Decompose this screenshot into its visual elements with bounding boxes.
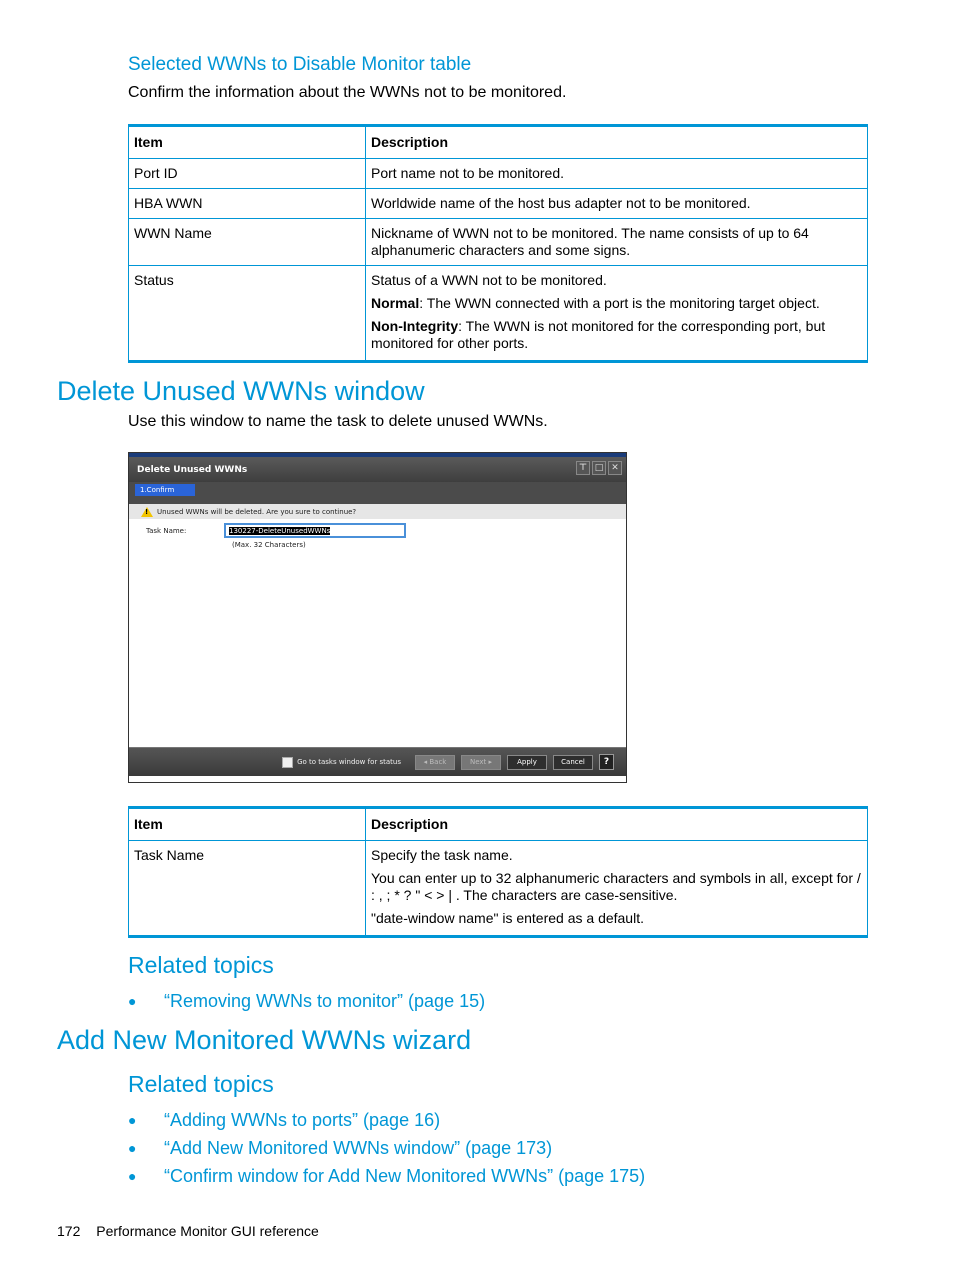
cell-description: Specify the task name. You can enter up … (365, 840, 868, 938)
cell-item: HBA WWN (128, 188, 366, 219)
page-number: 172 (57, 1223, 81, 1239)
window-body: Task Name: 130227-DeleteUnusedWWNs (Max.… (129, 519, 626, 747)
definition-normal: : The WWN connected with a port is the m… (419, 295, 820, 311)
delete-unused-wwns-window-screenshot: Delete Unused WWNs ⊤ □ ✕ 1.Confirm ! Unu… (128, 452, 627, 783)
column-header-description: Description (365, 125, 868, 159)
cell-item: WWN Name (128, 218, 366, 266)
table-header-row: Item Description (128, 807, 868, 841)
page-footer: 172 Performance Monitor GUI reference (57, 1223, 319, 1239)
cell-description: Port name not to be monitored. (365, 158, 868, 189)
table-header-row: Item Description (128, 125, 868, 159)
table-row: Port ID Port name not to be monitored. (128, 158, 868, 189)
confirmation-message: ! Unused WWNs will be deleted. Are you s… (129, 504, 626, 519)
related-topics-heading: Related topics (128, 1071, 274, 1097)
status-non-integrity-text: Non-Integrity: The WWN is not monitored … (371, 318, 862, 352)
footer-title: Performance Monitor GUI reference (96, 1223, 319, 1239)
confirmation-message-text: Unused WWNs will be deleted. Are you sur… (157, 507, 357, 516)
description-text: You can enter up to 32 alphanumeric char… (371, 870, 861, 903)
bullet-icon: ● (128, 1140, 137, 1156)
section-intro: Confirm the information about the WWNs n… (128, 84, 567, 101)
task-name-hint: (Max. 32 Characters) (232, 541, 306, 549)
close-icon[interactable]: ✕ (608, 461, 622, 475)
column-header-item: Item (128, 125, 366, 159)
description-text: Status of a WWN not to be monitored. (371, 272, 607, 288)
wizard-steps: 1.Confirm (129, 482, 626, 504)
help-icon[interactable]: ? (599, 754, 614, 770)
description-text: "date-window name" is entered as a defau… (371, 910, 644, 926)
table-row: Task Name Specify the task name. You can… (128, 840, 868, 938)
related-topics-list: ● “Removing WWNs to monitor” (page 15) (128, 987, 485, 1015)
warning-icon: ! (141, 506, 153, 517)
cell-description: Worldwide name of the host bus adapter n… (365, 188, 868, 219)
related-topic-link[interactable]: “Add New Monitored WWNs window” (page 17… (164, 1138, 552, 1159)
column-header-description: Description (365, 807, 868, 841)
related-topic-link[interactable]: “Removing WWNs to monitor” (page 15) (164, 991, 485, 1012)
bullet-icon: ● (128, 993, 137, 1009)
section-heading-delete-unused-wwns: Delete Unused WWNs window (57, 376, 425, 406)
cancel-button[interactable]: Cancel (553, 754, 593, 770)
description-text: Specify the task name. (371, 847, 513, 863)
list-item: ● “Removing WWNs to monitor” (page 15) (128, 987, 485, 1015)
bullet-icon: ● (128, 1168, 137, 1184)
column-header-item: Item (128, 807, 366, 841)
task-name-label: Task Name: (146, 527, 187, 535)
window-title: Delete Unused WWNs (137, 464, 248, 475)
table-row: WWN Name Nickname of WWN not to be monit… (128, 218, 868, 266)
go-to-tasks-checkbox[interactable] (282, 756, 294, 768)
back-button[interactable]: ◂ Back (415, 754, 455, 770)
section-intro: Use this window to name the task to dele… (128, 413, 548, 430)
cell-item: Task Name (128, 840, 366, 938)
term-normal: Normal (371, 295, 420, 311)
selected-wwns-table: Item Description Port ID Port name not t… (128, 124, 868, 363)
apply-button[interactable]: Apply (507, 754, 547, 770)
task-name-input[interactable]: 130227-DeleteUnusedWWNs (224, 523, 406, 538)
task-name-value: 130227-DeleteUnusedWWNs (229, 527, 331, 535)
status-normal-text: Normal: The WWN connected with a port is… (371, 295, 862, 312)
table-row: Status Status of a WWN not to be monitor… (128, 265, 868, 363)
description-text: Port name not to be monitored. (371, 165, 564, 181)
related-topics-heading: Related topics (128, 952, 274, 978)
next-button[interactable]: Next ▸ (461, 754, 501, 770)
cell-item: Port ID (128, 158, 366, 189)
window-footer: Go to tasks window for status ◂ Back Nex… (129, 747, 626, 776)
cell-description: Nickname of WWN not to be monitored. The… (365, 218, 868, 266)
go-to-tasks-option: Go to tasks window for status (282, 756, 401, 768)
list-item: ● “Adding WWNs to ports” (page 16) (128, 1106, 645, 1134)
step-confirm: 1.Confirm (135, 484, 195, 496)
delete-unused-wwns-table: Item Description Task Name Specify the t… (128, 806, 868, 938)
description-text: Nickname of WWN not to be monitored. The… (371, 225, 809, 258)
related-topic-link[interactable]: “Adding WWNs to ports” (page 16) (164, 1110, 440, 1131)
window-controls: ⊤ □ ✕ (576, 461, 622, 475)
bullet-icon: ● (128, 1112, 137, 1128)
list-item: ● “Add New Monitored WWNs window” (page 1… (128, 1134, 645, 1162)
section-heading-add-new-monitored-wwns: Add New Monitored WWNs wizard (57, 1025, 472, 1055)
list-item: ● “Confirm window for Add New Monitored W… (128, 1162, 645, 1190)
table-row: HBA WWN Worldwide name of the host bus a… (128, 188, 868, 219)
window-title-bar: Delete Unused WWNs ⊤ □ ✕ (129, 457, 626, 482)
term-non-integrity: Non-Integrity (371, 318, 459, 334)
related-topic-link[interactable]: “Confirm window for Add New Monitored WW… (164, 1166, 645, 1187)
go-to-tasks-label: Go to tasks window for status (297, 758, 401, 766)
section-heading-selected-wwns: Selected WWNs to Disable Monitor table (128, 54, 472, 75)
cell-description: Status of a WWN not to be monitored. Nor… (365, 265, 868, 363)
description-text: Worldwide name of the host bus adapter n… (371, 195, 751, 211)
related-topics-list: ● “Adding WWNs to ports” (page 16) ● “Add … (128, 1106, 645, 1190)
pin-icon[interactable]: ⊤ (576, 461, 590, 475)
cell-item: Status (128, 265, 366, 363)
maximize-icon[interactable]: □ (592, 461, 606, 475)
